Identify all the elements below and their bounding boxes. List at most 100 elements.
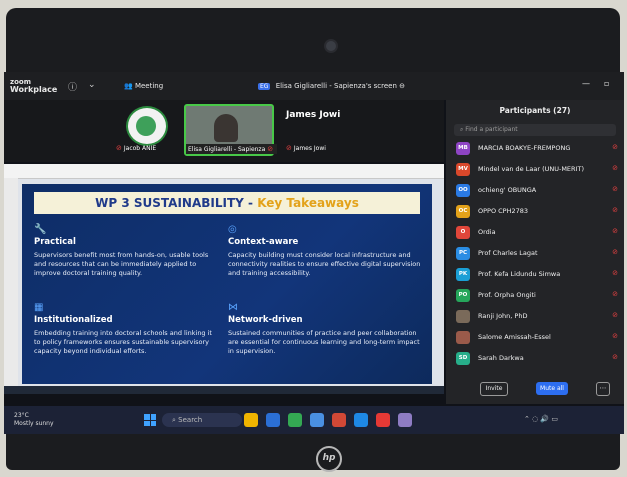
- weather-widget[interactable]: 23°C Mostly sunny: [14, 412, 54, 428]
- slide-title: WP 3 SUSTAINABILITY - Key Takeaways: [34, 192, 420, 214]
- section-network-driven: ⋈ Network-driven Sustained communities o…: [228, 302, 422, 356]
- title-main: WP 3 SUSTAINABILITY -: [95, 196, 258, 210]
- video-gallery: ⊘ Jacob ANIE Elisa Gigliarelli - Sapienza…: [4, 100, 444, 162]
- section-context-aware: ◎ Context-aware Capacity building must c…: [228, 224, 422, 278]
- start-button[interactable]: [144, 414, 156, 426]
- hp-logo: hp: [316, 446, 342, 472]
- mic-muted-icon[interactable]: ⊘: [612, 206, 618, 214]
- chrome-icon[interactable]: [288, 413, 302, 427]
- webcam: [326, 41, 336, 51]
- youtube-icon[interactable]: [376, 413, 390, 427]
- mute-all-button[interactable]: Mute all: [536, 382, 568, 395]
- participant-avatar: MB: [456, 142, 470, 155]
- mic-muted-icon[interactable]: ⊘: [612, 353, 618, 361]
- meeting-menu[interactable]: 👥 Meeting: [124, 82, 163, 90]
- active-speaker-name: James Jowi: [286, 110, 341, 120]
- section-institutionalized: ▦ Institutionalized Embedding training i…: [34, 302, 214, 356]
- taskbar-search[interactable]: ⌕ Search: [162, 413, 242, 427]
- participant-avatar: PK: [456, 268, 470, 281]
- organization-logo: [126, 106, 168, 146]
- participant-avatar: [456, 331, 470, 344]
- zoom-app-icon[interactable]: [310, 413, 324, 427]
- participant-avatar: [456, 310, 470, 323]
- globe-icon: ◎: [228, 224, 237, 235]
- weather-desc: Mostly sunny: [14, 420, 54, 427]
- participant-name: Mindel van de Laar (UNU-MERIT): [478, 165, 584, 173]
- section-body: Capacity building must consider local in…: [228, 251, 421, 277]
- participant-row[interactable]: PO Prof. Orpha Ongiti ⊘: [446, 285, 624, 306]
- section-heading: Institutionalized: [34, 315, 113, 325]
- mic-muted-icon[interactable]: ⊘: [612, 164, 618, 172]
- participant-name: Ordia: [478, 228, 496, 236]
- participant-avatar: OC: [456, 205, 470, 218]
- building-icon: ▦: [34, 302, 44, 313]
- participant-row[interactable]: OO ochieng' OBUNGA ⊘: [446, 180, 624, 201]
- participant-row[interactable]: PK Prof. Kefa Lidundu Simwa ⊘: [446, 264, 624, 285]
- participant-name: Sarah Darkwa: [478, 354, 524, 362]
- section-heading: Network-driven: [228, 315, 303, 325]
- participant-name: ochieng' OBUNGA: [478, 186, 537, 194]
- section-heading: Context-aware: [228, 237, 299, 247]
- video-tile-jacob[interactable]: ⊘ Jacob ANIE: [116, 104, 172, 152]
- participant-row[interactable]: O Ordia ⊘: [446, 222, 624, 243]
- info-icon[interactable]: ⓘ: [68, 80, 77, 93]
- mic-muted-icon[interactable]: ⊘: [612, 248, 618, 256]
- participant-row[interactable]: PC Prof Charles Lagat ⊘: [446, 243, 624, 264]
- participant-name: Prof. Kefa Lidundu Simwa: [478, 270, 561, 278]
- mic-muted-icon[interactable]: ⊘: [612, 143, 618, 151]
- more-options-button[interactable]: ⋯: [596, 382, 610, 396]
- participant-avatar: PO: [456, 289, 470, 302]
- maximize-button[interactable]: ▫: [604, 79, 609, 88]
- section-body: Supervisors benefit most from hands-on, …: [34, 251, 209, 277]
- zoom-title-bar: zoom Workplace ⓘ ⌄ 👥 Meeting EG Elisa Gi…: [4, 72, 624, 100]
- tile-name: ⊘ Jacob ANIE: [116, 144, 157, 152]
- participant-avatar: MV: [456, 163, 470, 176]
- weather-temp: 23°C: [14, 412, 29, 419]
- participant-name: Ranji John, PhD: [478, 312, 528, 320]
- system-tray[interactable]: ⌃ ◌ 🔊 ▭: [524, 415, 558, 423]
- participant-search-input[interactable]: ⌕ Find a participant: [454, 124, 616, 136]
- participant-name: Prof. Orpha Ongiti: [478, 291, 536, 299]
- word-icon[interactable]: [354, 413, 368, 427]
- participant-name: OPPO CPH2783: [478, 207, 529, 215]
- tile-name: Elisa Gigliarelli - Sapienza ⊘: [186, 144, 278, 154]
- participant-row[interactable]: MB MARCIA BOAKYE-FREMPONG ⊘: [446, 138, 624, 159]
- participant-row[interactable]: MV Mindel van de Laar (UNU-MERIT) ⊘: [446, 159, 624, 180]
- meeting-label: Meeting: [134, 82, 164, 90]
- mic-muted-icon[interactable]: ⊘: [612, 227, 618, 235]
- video-tile-elisa[interactable]: Elisa Gigliarelli - Sapienza ⊘: [184, 104, 278, 156]
- participant-list: MB MARCIA BOAKYE-FREMPONG ⊘ MV Mindel van de…: [446, 138, 624, 369]
- participant-row[interactable]: Salome Amissah-Essel ⊘: [446, 327, 624, 348]
- share-network-icon: ⋈: [228, 302, 238, 313]
- chevron-down-icon[interactable]: ⌄: [88, 80, 96, 90]
- teams-icon[interactable]: [398, 413, 412, 427]
- minimize-button[interactable]: —: [582, 79, 590, 88]
- participant-row[interactable]: OC OPPO CPH2783 ⊘: [446, 201, 624, 222]
- mic-muted-icon[interactable]: ⊘: [612, 269, 618, 277]
- screen: zoom Workplace ⓘ ⌄ 👥 Meeting EG Elisa Gi…: [4, 72, 624, 434]
- brand-workplace: Workplace: [10, 85, 58, 94]
- view-options-icon: ⊖: [399, 82, 405, 90]
- file-explorer-icon[interactable]: [244, 413, 258, 427]
- mic-muted-icon: ⊘: [286, 144, 292, 152]
- mic-muted-icon[interactable]: ⊘: [612, 311, 618, 319]
- participant-row[interactable]: Ranji John, PhD ⊘: [446, 306, 624, 327]
- share-indicator[interactable]: EG Elisa Gigliarelli - Sapienza's screen…: [258, 82, 405, 90]
- participant-row[interactable]: SD Sarah Darkwa ⊘: [446, 348, 624, 369]
- mic-muted-icon[interactable]: ⊘: [612, 332, 618, 340]
- participant-avatar: PC: [456, 247, 470, 260]
- powerpoint-icon[interactable]: [332, 413, 346, 427]
- participant-avatar: OO: [456, 184, 470, 197]
- section-body: Embedding training into doctoral schools…: [34, 329, 212, 355]
- mic-muted-icon[interactable]: ⊘: [612, 290, 618, 298]
- participant-video: [214, 114, 238, 142]
- shared-screen: WP 3 SUSTAINABILITY - Key Takeaways 🔧 Pr…: [4, 164, 444, 394]
- presentation-toolbar: [4, 164, 444, 179]
- mic-muted-icon[interactable]: ⊘: [612, 185, 618, 193]
- slide-thumbnails: [4, 178, 18, 394]
- search-placeholder: Find a participant: [465, 126, 518, 133]
- invite-button[interactable]: Invite: [480, 382, 508, 396]
- shared-taskbar: [4, 386, 444, 394]
- edge-icon[interactable]: [266, 413, 280, 427]
- people-icon: 👥: [124, 82, 133, 90]
